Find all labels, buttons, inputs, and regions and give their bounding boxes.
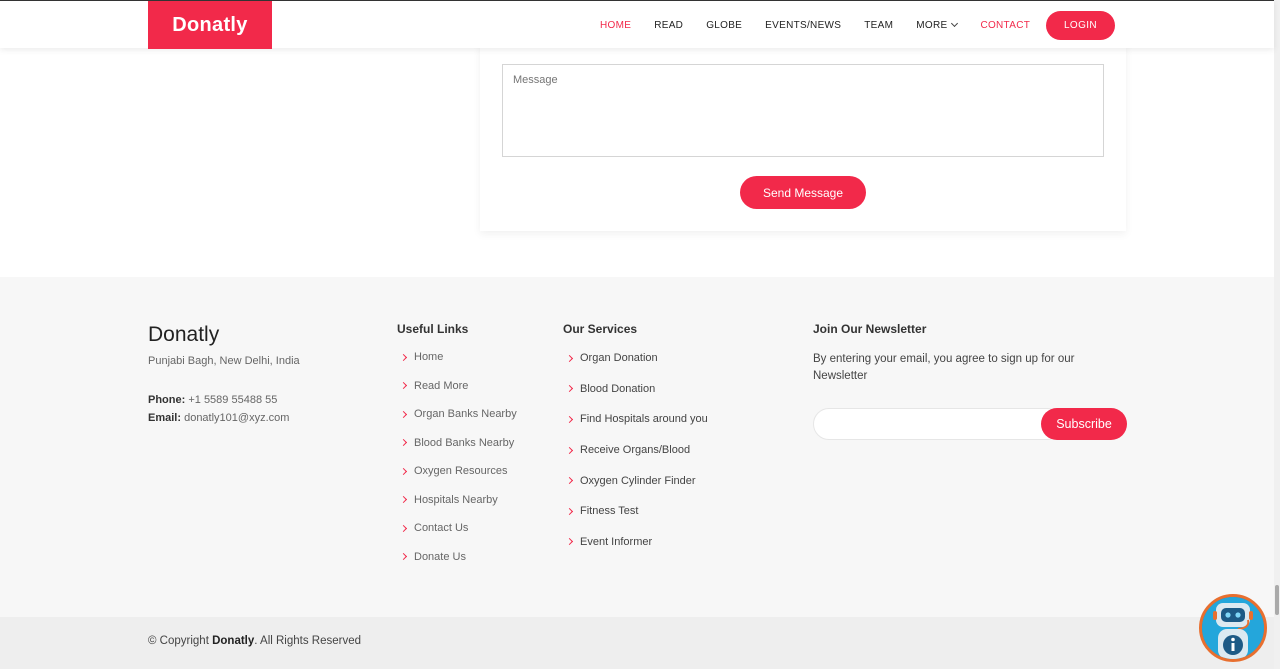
- chevron-right-icon: [399, 496, 408, 504]
- service-link-label: Oxygen Cylinder Finder: [580, 474, 696, 487]
- service-link[interactable]: Event Informer: [565, 527, 708, 558]
- site-footer: Donatly Punjabi Bagh, New Delhi, India P…: [0, 277, 1274, 617]
- message-textarea[interactable]: [502, 64, 1104, 157]
- nav-team[interactable]: TEAM: [864, 20, 893, 31]
- useful-link-label: Blood Banks Nearby: [414, 436, 515, 449]
- useful-link[interactable]: Donate Us: [399, 543, 517, 572]
- copyright-prefix: © Copyright: [148, 635, 213, 647]
- copyright-brand: Donatly: [212, 635, 255, 647]
- chevron-right-icon: [565, 385, 574, 393]
- send-message-button[interactable]: Send Message: [740, 176, 866, 209]
- phone-label: Phone:: [148, 394, 186, 406]
- chevron-right-icon: [399, 553, 408, 561]
- chevron-right-icon: [399, 382, 408, 390]
- service-link-label: Event Informer: [580, 535, 653, 548]
- services-title: Our Services: [563, 322, 638, 336]
- nav-home[interactable]: HOME: [600, 20, 631, 31]
- chevron-right-icon: [399, 353, 408, 361]
- footer-contact-info: Phone: +1 5589 55488 55 Email: donatly10…: [148, 391, 289, 427]
- page-scrollbar[interactable]: [1274, 0, 1280, 669]
- chevron-right-icon: [399, 410, 408, 418]
- nav-contact[interactable]: CONTACT: [980, 20, 1030, 31]
- login-button[interactable]: LOGIN: [1046, 11, 1115, 40]
- chevron-right-icon: [565, 538, 574, 546]
- nav-events-news[interactable]: EVENTS/NEWS: [765, 20, 841, 31]
- newsletter-email-input[interactable]: [813, 408, 1063, 440]
- service-link[interactable]: Organ Donation: [565, 343, 708, 374]
- chevron-right-icon: [565, 477, 574, 485]
- email-label: Email:: [148, 412, 182, 424]
- useful-link[interactable]: Home: [399, 343, 517, 372]
- robot-icon: [1202, 597, 1264, 659]
- service-link[interactable]: Fitness Test: [565, 496, 708, 527]
- nav-more[interactable]: MORE: [916, 19, 959, 31]
- chevron-right-icon: [565, 446, 574, 454]
- service-link-label: Blood Donation: [580, 382, 656, 395]
- useful-link[interactable]: Organ Banks Nearby: [399, 400, 517, 429]
- useful-link-label: Contact Us: [414, 522, 469, 535]
- useful-link[interactable]: Blood Banks Nearby: [399, 429, 517, 458]
- footer-address: Punjabi Bagh, New Delhi, India: [148, 355, 300, 367]
- services-list: Organ Donation Blood Donation Find Hospi…: [565, 343, 708, 558]
- useful-link-label: Oxygen Resources: [414, 465, 508, 478]
- chevron-right-icon: [399, 439, 408, 447]
- useful-link-label: Organ Banks Nearby: [414, 408, 517, 421]
- useful-link-label: Home: [414, 351, 444, 364]
- chatbot-widget[interactable]: [1199, 594, 1267, 662]
- service-link[interactable]: Oxygen Cylinder Finder: [565, 465, 708, 496]
- chevron-right-icon: [565, 415, 574, 424]
- site-header: Donatly HOME READ GLOBE EVENTS/NEWS TEAM…: [0, 0, 1274, 49]
- contact-form-card: Send Message: [480, 40, 1126, 231]
- nav-more-label: MORE: [916, 19, 948, 31]
- service-link-label: Receive Organs/Blood: [580, 444, 691, 457]
- service-link-label: Find Hospitals around you: [580, 413, 708, 426]
- footer-brand: Donatly: [148, 323, 220, 346]
- phone-value: +1 5589 55488 55: [188, 394, 278, 406]
- useful-link-label: Hospitals Nearby: [414, 493, 498, 506]
- chevron-right-icon: [565, 507, 574, 515]
- copyright-suffix: . All Rights Reserved: [254, 635, 362, 647]
- service-link[interactable]: Receive Organs/Blood: [565, 435, 708, 466]
- scrollbar-thumb[interactable]: [1275, 585, 1279, 615]
- site-logo[interactable]: Donatly: [148, 1, 272, 49]
- service-link[interactable]: Find Hospitals around you: [565, 404, 708, 435]
- main-nav: HOME READ GLOBE EVENTS/NEWS TEAM MORE CO…: [600, 1, 1053, 49]
- useful-links-title: Useful Links: [397, 322, 469, 336]
- service-link[interactable]: Blood Donation: [565, 374, 708, 405]
- chevron-right-icon: [565, 354, 574, 362]
- useful-link-label: Read More: [414, 379, 469, 392]
- copyright-text: © Copyright Donatly. All Rights Reserved: [148, 635, 361, 647]
- useful-link[interactable]: Contact Us: [399, 514, 517, 543]
- service-link-label: Organ Donation: [580, 352, 658, 365]
- chevron-right-icon: [399, 467, 408, 475]
- useful-links-list: Home Read More Organ Banks Nearby Blood …: [399, 343, 517, 572]
- nav-read[interactable]: READ: [654, 20, 683, 31]
- useful-link[interactable]: Hospitals Nearby: [399, 486, 517, 515]
- useful-link-label: Donate Us: [414, 550, 466, 563]
- service-link-label: Fitness Test: [580, 505, 639, 518]
- subscribe-button[interactable]: Subscribe: [1041, 408, 1127, 440]
- chevron-down-icon: [951, 19, 959, 28]
- useful-link[interactable]: Read More: [399, 372, 517, 401]
- newsletter-title: Join Our Newsletter: [813, 322, 927, 336]
- nav-globe[interactable]: GLOBE: [706, 20, 742, 31]
- useful-link[interactable]: Oxygen Resources: [399, 457, 517, 486]
- copyright-bar: © Copyright Donatly. All Rights Reserved: [0, 617, 1274, 669]
- email-value: donatly101@xyz.com: [184, 412, 290, 424]
- chevron-right-icon: [399, 524, 408, 532]
- newsletter-text: By entering your email, you agree to sig…: [813, 353, 1075, 382]
